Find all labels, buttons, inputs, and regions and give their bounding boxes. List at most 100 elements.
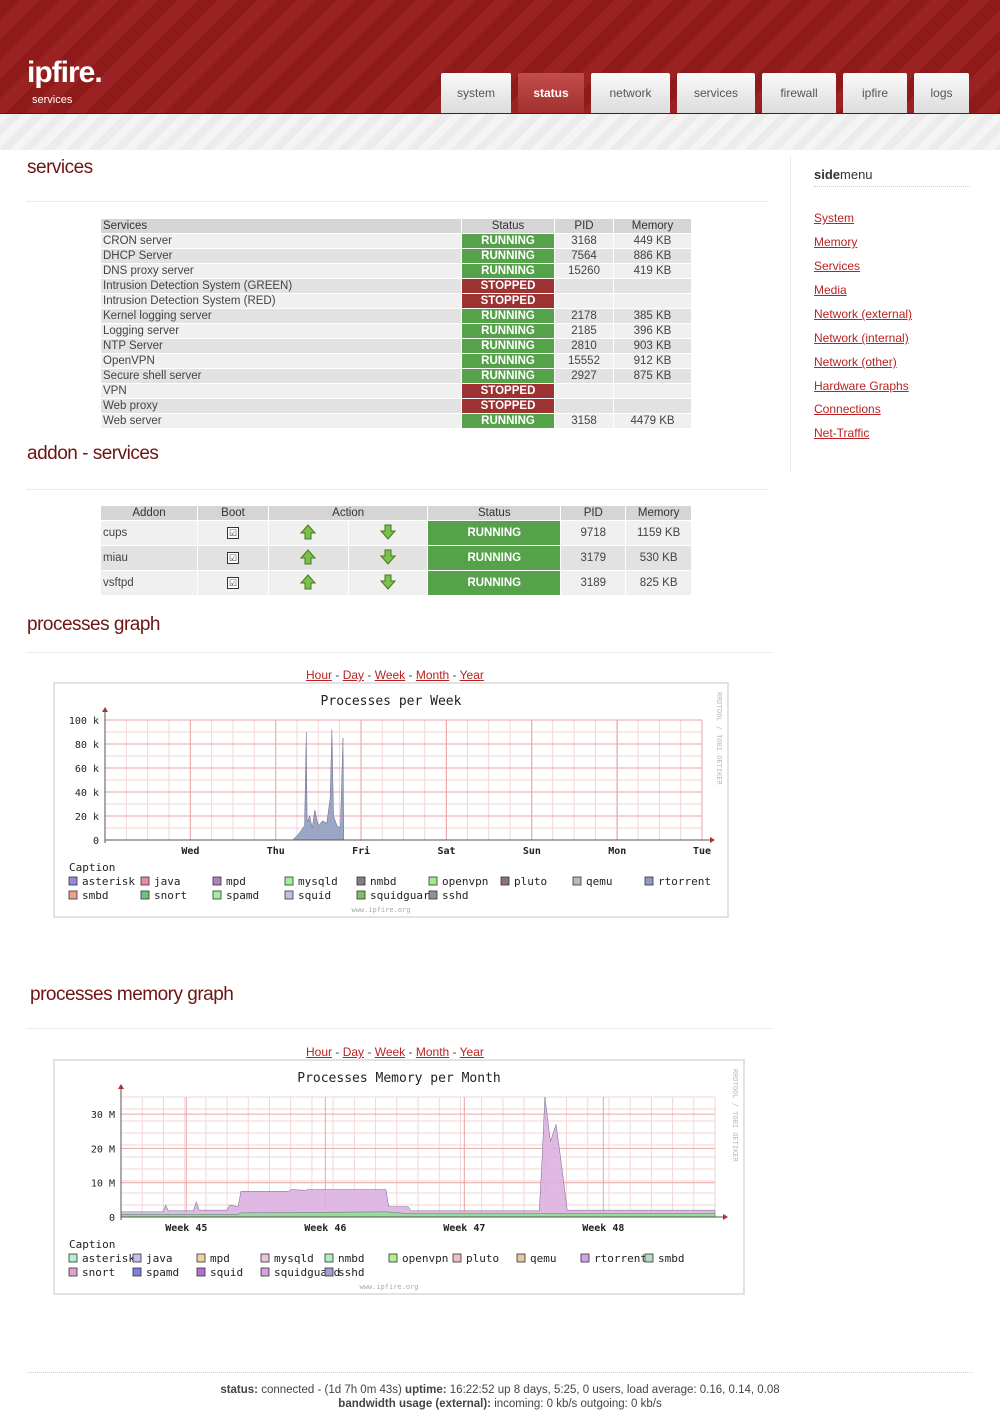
service-memory: 385 KB <box>613 308 692 324</box>
table-row: miau ☑ RUNNING 3179 530 KB <box>100 545 692 571</box>
legend-swatch <box>572 876 582 886</box>
legend-swatch <box>388 1253 398 1263</box>
x-tick-label: Week 46 <box>304 1223 346 1234</box>
service-name: VPN <box>100 383 462 399</box>
service-memory: 886 KB <box>613 248 692 264</box>
y-tick-label: 60 k <box>75 764 99 775</box>
legend-label: squid <box>298 889 331 902</box>
services-table: Services Status PID Memory CRON server RU… <box>100 218 692 429</box>
legend-label: qemu <box>530 1252 557 1265</box>
chart-title: Processes per Week <box>321 694 462 709</box>
table-row: CRON server RUNNING 3168 449 KB <box>100 233 692 249</box>
stop-arrow-down-icon[interactable] <box>347 545 429 571</box>
x-tick-label: Week 48 <box>582 1223 624 1234</box>
y-tick-label: 20 M <box>91 1144 115 1155</box>
tab-services[interactable]: services <box>677 73 755 113</box>
period-day-link[interactable]: Day <box>343 668 364 682</box>
service-name: NTP Server <box>100 338 462 354</box>
legend-swatch <box>140 876 150 886</box>
x-tick-label: Sun <box>523 846 541 857</box>
service-name: Secure shell server <box>100 368 462 384</box>
sidemenu-system[interactable]: System <box>814 211 854 225</box>
tab-ipfire[interactable]: ipfire <box>843 73 907 113</box>
tab-status[interactable]: status <box>518 73 584 113</box>
legend-label: rtorrent <box>594 1252 647 1265</box>
period-month-link[interactable]: Month <box>416 1045 449 1059</box>
legend-caption: Caption <box>69 861 115 874</box>
service-pid: 3158 <box>554 413 614 429</box>
services-heading: services <box>27 157 93 178</box>
processes-heading: processes graph <box>27 614 160 635</box>
service-memory <box>613 383 692 399</box>
table-row: Intrusion Detection System (GREEN) STOPPE… <box>100 278 692 294</box>
period-hour-link[interactable]: Hour <box>306 1045 332 1059</box>
brand-logo[interactable]: ipfire. <box>27 58 103 88</box>
period-week-link[interactable]: Week <box>375 1045 405 1059</box>
boot-checkbox[interactable]: ☑ <box>197 520 269 546</box>
legend-label: mysqld <box>274 1252 314 1265</box>
service-memory: 912 KB <box>613 353 692 369</box>
period-year-link[interactable]: Year <box>460 1045 484 1059</box>
tab-firewall[interactable]: firewall <box>762 73 836 113</box>
table-row: DHCP Server RUNNING 7564 886 KB <box>100 248 692 264</box>
service-name: Intrusion Detection System (RED) <box>100 293 462 309</box>
tab-logs[interactable]: logs <box>914 73 969 113</box>
legend-label: smbd <box>82 889 109 902</box>
section-rule <box>27 1028 772 1029</box>
section-rule <box>27 201 767 202</box>
sidemenu-connections[interactable]: Connections <box>814 402 881 416</box>
status-badge: STOPPED <box>461 293 555 309</box>
legend-swatch <box>68 1253 78 1263</box>
service-pid: 2927 <box>554 368 614 384</box>
tab-system[interactable]: system <box>441 73 511 113</box>
service-pid <box>554 383 614 399</box>
boot-checkbox[interactable]: ☑ <box>197 545 269 571</box>
sidemenu-net-traffic[interactable]: Net-Traffic <box>814 426 869 440</box>
chart-credit: RRDTOOL / TOBI OETIKER <box>731 1069 739 1163</box>
x-axis-arrow-icon <box>723 1214 728 1220</box>
start-arrow-up-icon[interactable] <box>268 520 349 546</box>
addon-pid: 9718 <box>560 520 627 546</box>
col-addon: Addon <box>100 505 198 521</box>
stop-arrow-down-icon[interactable] <box>347 520 429 546</box>
col-addon-status: Status <box>427 505 562 521</box>
addon-memory: 530 KB <box>625 545 692 571</box>
legend-swatch <box>212 876 222 886</box>
table-row: Intrusion Detection System (RED) STOPPED <box>100 293 692 309</box>
sidemenu-network-external[interactable]: Network (external) <box>814 307 912 321</box>
boot-checkbox[interactable]: ☑ <box>197 570 269 596</box>
period-month-link[interactable]: Month <box>416 668 449 682</box>
footer-rule <box>27 1372 972 1373</box>
header-shadow <box>0 114 1000 150</box>
legend-label: asterisk <box>82 1252 135 1265</box>
x-tick-label: Week 45 <box>165 1223 207 1234</box>
start-arrow-up-icon[interactable] <box>268 570 349 596</box>
sidemenu-services[interactable]: Services <box>814 259 860 273</box>
period-week-link[interactable]: Week <box>375 668 405 682</box>
stop-arrow-down-icon[interactable] <box>347 570 429 596</box>
period-year-link[interactable]: Year <box>460 668 484 682</box>
sidemenu-network-internal[interactable]: Network (internal) <box>814 331 909 345</box>
y-tick-label: 40 k <box>75 788 99 799</box>
sidemenu-hardware-graphs[interactable]: Hardware Graphs <box>814 379 909 393</box>
service-name: DNS proxy server <box>100 263 462 279</box>
service-pid <box>554 278 614 294</box>
table-row: Secure shell server RUNNING 2927 875 KB <box>100 368 692 384</box>
sidemenu-network-other[interactable]: Network (other) <box>814 355 897 369</box>
sidemenu-memory[interactable]: Memory <box>814 235 857 249</box>
legend-swatch <box>212 890 222 900</box>
brand-subtitle: services <box>32 94 73 106</box>
legend-label: snort <box>154 889 187 902</box>
table-row: Logging server RUNNING 2185 396 KB <box>100 323 692 339</box>
service-name: Kernel logging server <box>100 308 462 324</box>
legend-swatch <box>132 1253 142 1263</box>
period-day-link[interactable]: Day <box>343 1045 364 1059</box>
status-badge: RUNNING <box>461 323 555 339</box>
tab-network[interactable]: network <box>591 73 670 113</box>
period-hour-link[interactable]: Hour <box>306 668 332 682</box>
chart-title: Processes Memory per Month <box>297 1071 501 1086</box>
legend-swatch <box>132 1267 142 1277</box>
start-arrow-up-icon[interactable] <box>268 545 349 571</box>
sidemenu-media[interactable]: Media <box>814 283 847 297</box>
chart-credit: RRDTOOL / TOBI OETIKER <box>715 692 723 786</box>
